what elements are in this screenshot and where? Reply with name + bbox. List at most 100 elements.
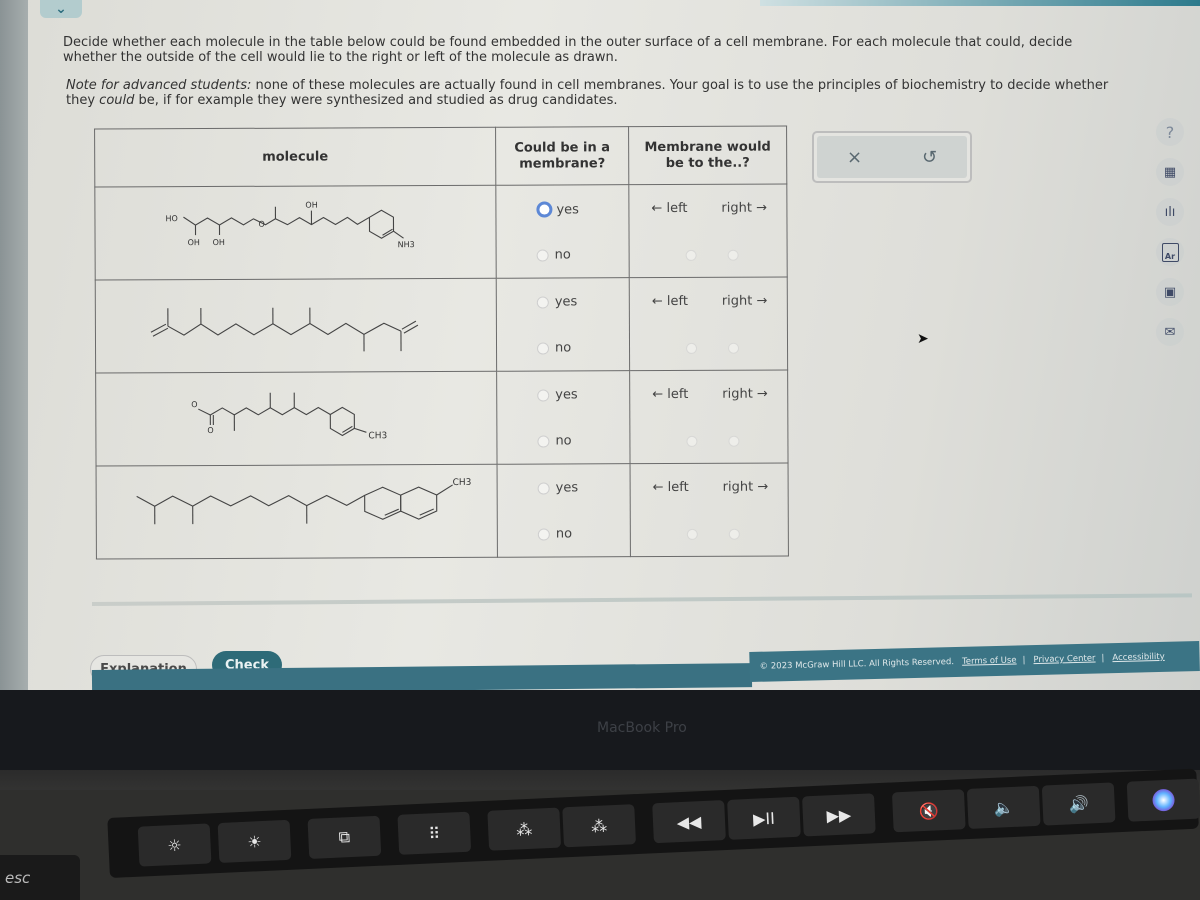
accessibility-link[interactable]: Accessibility bbox=[1112, 652, 1165, 663]
volume-down-key[interactable]: 🔈 bbox=[966, 785, 1041, 829]
no-option[interactable]: no bbox=[537, 526, 572, 542]
radio-yes[interactable] bbox=[536, 201, 553, 218]
yes-label: yes bbox=[554, 294, 578, 310]
left-label: ← left bbox=[652, 479, 689, 496]
volume-up-icon: 🔊 bbox=[1068, 794, 1090, 814]
right-label: right → bbox=[721, 293, 768, 309]
privacy-link[interactable]: Privacy Center bbox=[1033, 654, 1095, 666]
side-choice-3: ← left right → bbox=[629, 369, 789, 464]
kbd-light-down-key[interactable]: ⁂ bbox=[487, 807, 562, 851]
textbook-button[interactable]: ▣ bbox=[1156, 278, 1184, 306]
radio-left[interactable] bbox=[686, 528, 698, 540]
top-accent-bar bbox=[760, 0, 1200, 6]
header-membrane: Could be in a membrane? bbox=[495, 126, 629, 186]
no-option[interactable]: no bbox=[536, 340, 572, 356]
header-molecule: molecule bbox=[94, 127, 496, 188]
terms-link[interactable]: Terms of Use bbox=[962, 655, 1017, 666]
kbd-light-up-key[interactable]: ⁂ bbox=[562, 804, 637, 848]
launchpad-key[interactable]: ⠿ bbox=[397, 811, 472, 855]
brightness-up-key[interactable]: ☀ bbox=[217, 819, 292, 864]
label-ch3: CH3 bbox=[453, 478, 472, 488]
radio-left[interactable] bbox=[686, 342, 698, 354]
collapse-button[interactable]: ⌄ bbox=[40, 0, 82, 18]
radio-no[interactable] bbox=[537, 435, 550, 448]
table-row: HO OH OH O OH NH3 yes no ← left right → bbox=[94, 183, 788, 281]
fast-forward-icon: ▶▶ bbox=[826, 804, 852, 825]
radio-left[interactable] bbox=[685, 249, 697, 261]
periodic-table-button[interactable]: Ar bbox=[1156, 238, 1184, 266]
play-pause-key[interactable]: ▶II bbox=[727, 796, 801, 840]
calculator-button[interactable]: ▦ bbox=[1156, 158, 1184, 186]
fast-forward-key[interactable]: ▶▶ bbox=[802, 793, 876, 837]
header-side-line1: Membrane would bbox=[644, 139, 771, 155]
molecule-2-structure bbox=[150, 307, 419, 352]
radio-yes[interactable] bbox=[536, 296, 549, 309]
rewind-key[interactable]: ◀◀ bbox=[652, 800, 726, 844]
label-nh3: NH3 bbox=[398, 240, 415, 249]
molecule-2 bbox=[95, 278, 497, 374]
esc-key[interactable]: esc bbox=[0, 855, 80, 900]
siri-key[interactable] bbox=[1126, 778, 1200, 822]
yes-option[interactable]: yes bbox=[536, 201, 579, 218]
advanced-note: Note for advanced students: none of thes… bbox=[66, 78, 1126, 108]
side-choice-2: ← left right → bbox=[629, 276, 788, 371]
molecule-3-structure: O O CH3 bbox=[191, 392, 387, 441]
table-row: CH3 yes no ← left right → bbox=[96, 462, 789, 560]
table-row: O O CH3 yes no ← left right → bbox=[95, 369, 789, 467]
mute-icon: 🔇 bbox=[918, 800, 940, 821]
reset-icon[interactable]: ↺ bbox=[922, 147, 937, 168]
note-emphasis: could bbox=[99, 93, 135, 108]
yes-option[interactable]: yes bbox=[537, 480, 579, 496]
yes-label: yes bbox=[555, 480, 579, 496]
label-o: O bbox=[207, 426, 213, 435]
clear-icon[interactable]: × bbox=[847, 147, 862, 168]
radio-right[interactable] bbox=[728, 528, 740, 540]
screen: ⌄ Decide whether each molecule in the ta… bbox=[0, 0, 1200, 690]
radio-left[interactable] bbox=[686, 435, 698, 447]
header-side-line2: be to the..? bbox=[665, 155, 750, 171]
yes-label: yes bbox=[555, 387, 578, 403]
right-label: right → bbox=[722, 386, 768, 402]
no-option[interactable]: no bbox=[537, 433, 572, 449]
label-ho: HO bbox=[165, 214, 177, 223]
yes-option[interactable]: yes bbox=[537, 387, 578, 403]
brightness-up-icon: ☀ bbox=[246, 831, 263, 852]
no-label: no bbox=[554, 340, 572, 356]
radio-right[interactable] bbox=[727, 249, 739, 261]
volume-up-key[interactable]: 🔊 bbox=[1041, 782, 1116, 826]
table-row: yes no ← left right → bbox=[95, 276, 788, 374]
mouse-cursor-icon: ➤ bbox=[917, 331, 929, 347]
radio-right[interactable] bbox=[728, 435, 740, 447]
footer-pipe: | bbox=[1022, 655, 1026, 666]
message-button[interactable]: ✉ bbox=[1156, 318, 1184, 346]
instructions-text: Decide whether each molecule in the tabl… bbox=[63, 35, 1073, 65]
side-choice-4: ← left right → bbox=[630, 462, 789, 557]
molecule-3: O O CH3 bbox=[95, 371, 498, 467]
radio-no[interactable] bbox=[536, 342, 550, 355]
note-text-2: be, if for example they were synthesized… bbox=[134, 93, 618, 108]
molecule-4: CH3 bbox=[96, 464, 498, 560]
mission-control-key[interactable]: ⧉ bbox=[307, 815, 382, 859]
brightness-down-key[interactable]: ☼ bbox=[137, 823, 212, 867]
bar-chart-icon: ılı bbox=[1164, 204, 1176, 220]
yes-option[interactable]: yes bbox=[536, 294, 578, 310]
radio-no[interactable] bbox=[537, 528, 550, 541]
radio-yes[interactable] bbox=[537, 389, 550, 402]
membrane-choice-4: yes no bbox=[497, 463, 631, 558]
radio-yes[interactable] bbox=[537, 482, 550, 495]
data-button[interactable]: ılı bbox=[1156, 198, 1184, 226]
siri-icon bbox=[1152, 788, 1176, 812]
note-prefix: Note for advanced students: bbox=[66, 78, 252, 93]
mute-key[interactable]: 🔇 bbox=[891, 789, 966, 833]
label-o: O bbox=[258, 220, 264, 229]
laptop-brand: MacBook Pro bbox=[597, 720, 687, 736]
table-header-row: molecule Could be in a membrane? Membran… bbox=[94, 125, 787, 188]
right-toolbar: ? ▦ ılı Ar ▣ ✉ bbox=[1156, 118, 1188, 358]
radio-no[interactable] bbox=[536, 249, 549, 262]
label-oh1: OH bbox=[188, 238, 200, 247]
help-button[interactable]: ? bbox=[1156, 118, 1184, 146]
left-label: ← left bbox=[652, 386, 689, 403]
no-option[interactable]: no bbox=[536, 247, 571, 263]
membrane-choice-1: yes no bbox=[495, 184, 630, 279]
radio-right[interactable] bbox=[728, 342, 740, 354]
